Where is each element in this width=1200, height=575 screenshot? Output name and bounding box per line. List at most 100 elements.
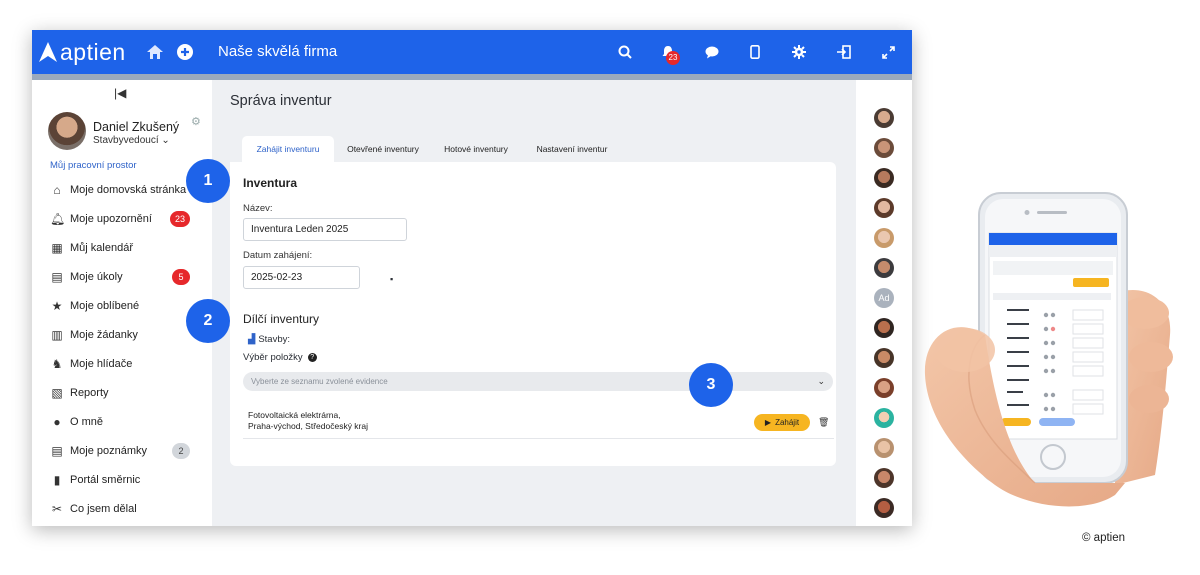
user-avatar[interactable]: [874, 378, 894, 398]
sidebar-item-watchers[interactable]: ♞ Moje hlídače: [32, 350, 212, 378]
user-role-label: Stavbyvedoucí: [93, 135, 159, 146]
user-avatar[interactable]: [874, 498, 894, 518]
company-name[interactable]: Naše skvělá firma: [218, 43, 337, 60]
sidebar-item-label: Moje poznámky: [70, 445, 148, 457]
sidebar-item-about-me[interactable]: ● O mně: [32, 408, 212, 436]
star-icon: ★: [51, 299, 63, 313]
notes-icon: ▤: [51, 444, 63, 458]
sidebar-item-label: Moje hlídače: [70, 358, 133, 370]
evidence-select[interactable]: Vyberte ze seznamu zvolené evidence ⌄: [243, 372, 833, 391]
sidebar-item-calendar[interactable]: ▦ Můj kalendář: [32, 234, 212, 262]
top-bar: aptien Naše skvělá firma 23: [32, 30, 912, 74]
aptien-logo[interactable]: aptien: [38, 39, 126, 65]
hand-illustration: [924, 192, 1173, 507]
trash-icon[interactable]: 🗑︎: [818, 417, 829, 428]
add-icon[interactable]: [175, 42, 195, 62]
user-avatar[interactable]: [874, 318, 894, 338]
dog-icon: ♞: [51, 357, 63, 371]
sidebar: |◀ Daniel Zkušený Stavbyvedoucí ⌄ ⚙ Můj …: [32, 80, 212, 526]
building-icon: ▟: [248, 334, 256, 345]
sidebar-item-favorites[interactable]: ★ Moje oblíbené: [32, 292, 212, 320]
help-icon[interactable]: ?: [307, 353, 317, 362]
sidebar-item-notes[interactable]: ▤ Moje poznámky 2: [32, 437, 212, 465]
date-label: Datum zahájení:: [243, 250, 313, 261]
sidebar-item-label: O mně: [70, 416, 104, 428]
user-avatar[interactable]: [874, 108, 894, 128]
sidebar-item-history[interactable]: ✂ Co jsem dělal: [32, 495, 212, 523]
user-avatar[interactable]: [874, 138, 894, 158]
sidebar-item-notifications[interactable]: 🔔︎ Moje upozornění 23: [32, 205, 212, 233]
app-window: aptien Naše skvělá firma 23 |◀ Daniel Zk…: [32, 30, 912, 526]
search-icon[interactable]: [615, 42, 635, 62]
sidebar-item-reports[interactable]: ▧ Reporty: [32, 379, 212, 407]
user-name[interactable]: Daniel Zkušený: [93, 120, 179, 134]
logout-icon[interactable]: [833, 42, 853, 62]
start-button-label: Zahájit: [775, 418, 800, 427]
calendar-icon: ▦: [51, 241, 63, 255]
start-inventory-button[interactable]: ▶ Zahájit: [754, 414, 810, 431]
notifications-badge: 23: [169, 211, 190, 227]
play-icon: ▶: [764, 418, 772, 427]
person-icon: ●: [53, 415, 61, 429]
sidebar-item-home[interactable]: ⌂ Moje domovská stránka: [32, 176, 212, 204]
user-avatar[interactable]: [874, 258, 894, 278]
date-input[interactable]: 2025-02-23: [243, 266, 360, 289]
admin-avatar[interactable]: Ad: [874, 288, 894, 308]
calendar-icon[interactable]: ▪: [390, 274, 393, 284]
copyright-text: © aptien: [1082, 532, 1126, 544]
user-avatar[interactable]: [874, 408, 894, 428]
workspace-label: Můj pracovní prostor: [50, 160, 137, 171]
report-icon: ▧: [51, 386, 63, 400]
sidebar-item-label: Moje upozornění: [70, 213, 152, 225]
name-label: Název:: [243, 203, 273, 214]
item-selection-row: Výběr položky ?: [243, 352, 317, 363]
buildings-label: Stavby:: [258, 334, 290, 345]
sidebar-item-label: Moje oblíbené: [70, 300, 140, 312]
user-avatar[interactable]: [874, 198, 894, 218]
step-marker-3: 3: [689, 363, 733, 407]
mobile-icon[interactable]: [745, 42, 765, 62]
item-selection-label: Výběr položky: [243, 352, 303, 363]
home-icon[interactable]: [145, 42, 165, 62]
row-divider: [243, 438, 834, 439]
sidebar-item-label: Moje domovská stránka: [70, 184, 187, 196]
row-line-1: Fotovoltaická elektrárna,: [248, 410, 341, 420]
tasks-badge: 5: [172, 269, 190, 285]
user-avatar[interactable]: [874, 168, 894, 188]
sidebar-item-tasks[interactable]: ▤ Moje úkoly 5: [32, 263, 212, 291]
sidebar-item-label: Moje žádanky: [70, 329, 138, 341]
name-input[interactable]: Inventura Leden 2025: [243, 218, 407, 241]
tab-inventory-settings[interactable]: Nastavení inventur: [520, 136, 624, 162]
chevron-down-icon: ⌄: [161, 135, 170, 146]
gear-icon[interactable]: [789, 42, 809, 62]
user-settings-icon[interactable]: ⚙: [191, 115, 201, 128]
inventory-form-card: Inventura Název: Inventura Leden 2025 Da…: [230, 162, 836, 466]
tab-start-inventory[interactable]: Zahájit inventuru: [242, 136, 334, 162]
user-avatar[interactable]: [874, 228, 894, 248]
sub-inventories-title: Dílčí inventury: [243, 312, 320, 326]
home-icon: ⌂: [53, 183, 61, 197]
buildings-row: ▟ Stavby:: [248, 334, 290, 345]
user-avatar[interactable]: [48, 112, 86, 150]
user-avatar[interactable]: [874, 468, 894, 488]
user-role[interactable]: Stavbyvedoucí ⌄: [93, 135, 170, 146]
step-marker-1: 1: [186, 159, 230, 203]
collapse-sidebar-icon[interactable]: |◀: [114, 86, 126, 100]
document-icon: ▥: [51, 328, 63, 342]
step-marker-2: 2: [186, 299, 230, 343]
user-avatar[interactable]: [874, 348, 894, 368]
sidebar-item-label: Reporty: [70, 387, 109, 399]
notification-badge: 23: [666, 51, 680, 65]
chat-icon[interactable]: [702, 42, 722, 62]
online-users-rail: Ad: [856, 80, 912, 526]
sidebar-item-requests[interactable]: ▥ Moje žádanky: [32, 321, 212, 349]
sidebar-item-directives[interactable]: ▮ Portál směrnic: [32, 466, 212, 494]
tab-finished-inventories[interactable]: Hotové inventury: [434, 136, 518, 162]
select-placeholder: Vyberte ze seznamu zvolené evidence: [251, 377, 388, 386]
mobile-preview: [915, 185, 1185, 525]
fullscreen-icon[interactable]: [878, 42, 898, 62]
history-icon: ✂: [51, 502, 63, 516]
tab-open-inventories[interactable]: Otevřené inventury: [336, 136, 430, 162]
user-avatar[interactable]: [874, 438, 894, 458]
row-line-2: Praha-východ, Středočeský kraj: [248, 421, 368, 431]
